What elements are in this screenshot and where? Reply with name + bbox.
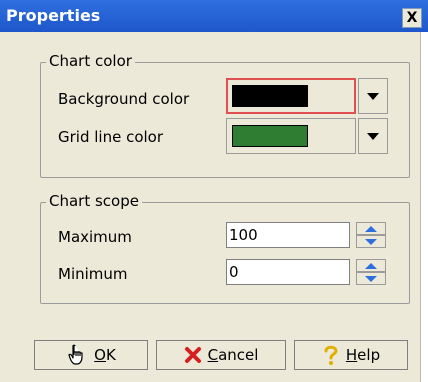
grid-line-color-dropdown-button[interactable] <box>358 118 388 154</box>
cancel-button[interactable]: Cancel <box>156 340 286 370</box>
background-color-label: Background color <box>58 90 190 108</box>
maximum-decrement-button[interactable] <box>356 235 386 248</box>
triangle-up-icon <box>365 262 377 269</box>
grid-line-color-label: Grid line color <box>58 128 164 146</box>
question-mark-icon <box>324 345 338 365</box>
ok-button[interactable]: OK <box>34 340 148 370</box>
background-color-swatch <box>232 85 308 107</box>
grid-line-color-combo[interactable] <box>226 118 356 154</box>
help-button-label: Help <box>345 346 381 364</box>
ok-button-label: OK <box>94 346 116 364</box>
chart-scope-group <box>40 202 410 304</box>
cancel-button-label: Cancel <box>207 346 259 364</box>
background-color-combo[interactable] <box>226 78 356 114</box>
minimum-label: Minimum <box>58 265 128 283</box>
triangle-up-icon <box>365 225 377 232</box>
grid-line-color-swatch <box>232 125 308 147</box>
background-color-dropdown-button[interactable] <box>358 78 388 114</box>
minimum-increment-button[interactable] <box>356 259 386 272</box>
chart-color-legend: Chart color <box>46 52 135 70</box>
chevron-down-icon <box>367 132 379 140</box>
chart-scope-legend: Chart scope <box>46 192 142 210</box>
triangle-down-icon <box>365 275 377 282</box>
properties-window: Properties X Chart color Background colo… <box>0 0 428 382</box>
red-x-icon <box>184 347 201 363</box>
help-button[interactable]: Help <box>294 340 408 370</box>
maximum-input[interactable]: 100 <box>226 222 350 248</box>
chevron-down-icon <box>367 92 379 100</box>
title-bar[interactable]: Properties <box>0 0 428 32</box>
triangle-down-icon <box>365 238 377 245</box>
minimum-input[interactable]: 0 <box>226 259 350 285</box>
close-button[interactable]: X <box>402 8 422 28</box>
maximum-label: Maximum <box>58 228 132 246</box>
close-icon: X <box>406 10 418 26</box>
hand-pointer-icon <box>68 344 83 365</box>
dialog-body: Chart color Background color Grid line c… <box>0 32 421 382</box>
maximum-increment-button[interactable] <box>356 222 386 235</box>
minimum-decrement-button[interactable] <box>356 272 386 285</box>
window-title: Properties <box>6 6 101 25</box>
